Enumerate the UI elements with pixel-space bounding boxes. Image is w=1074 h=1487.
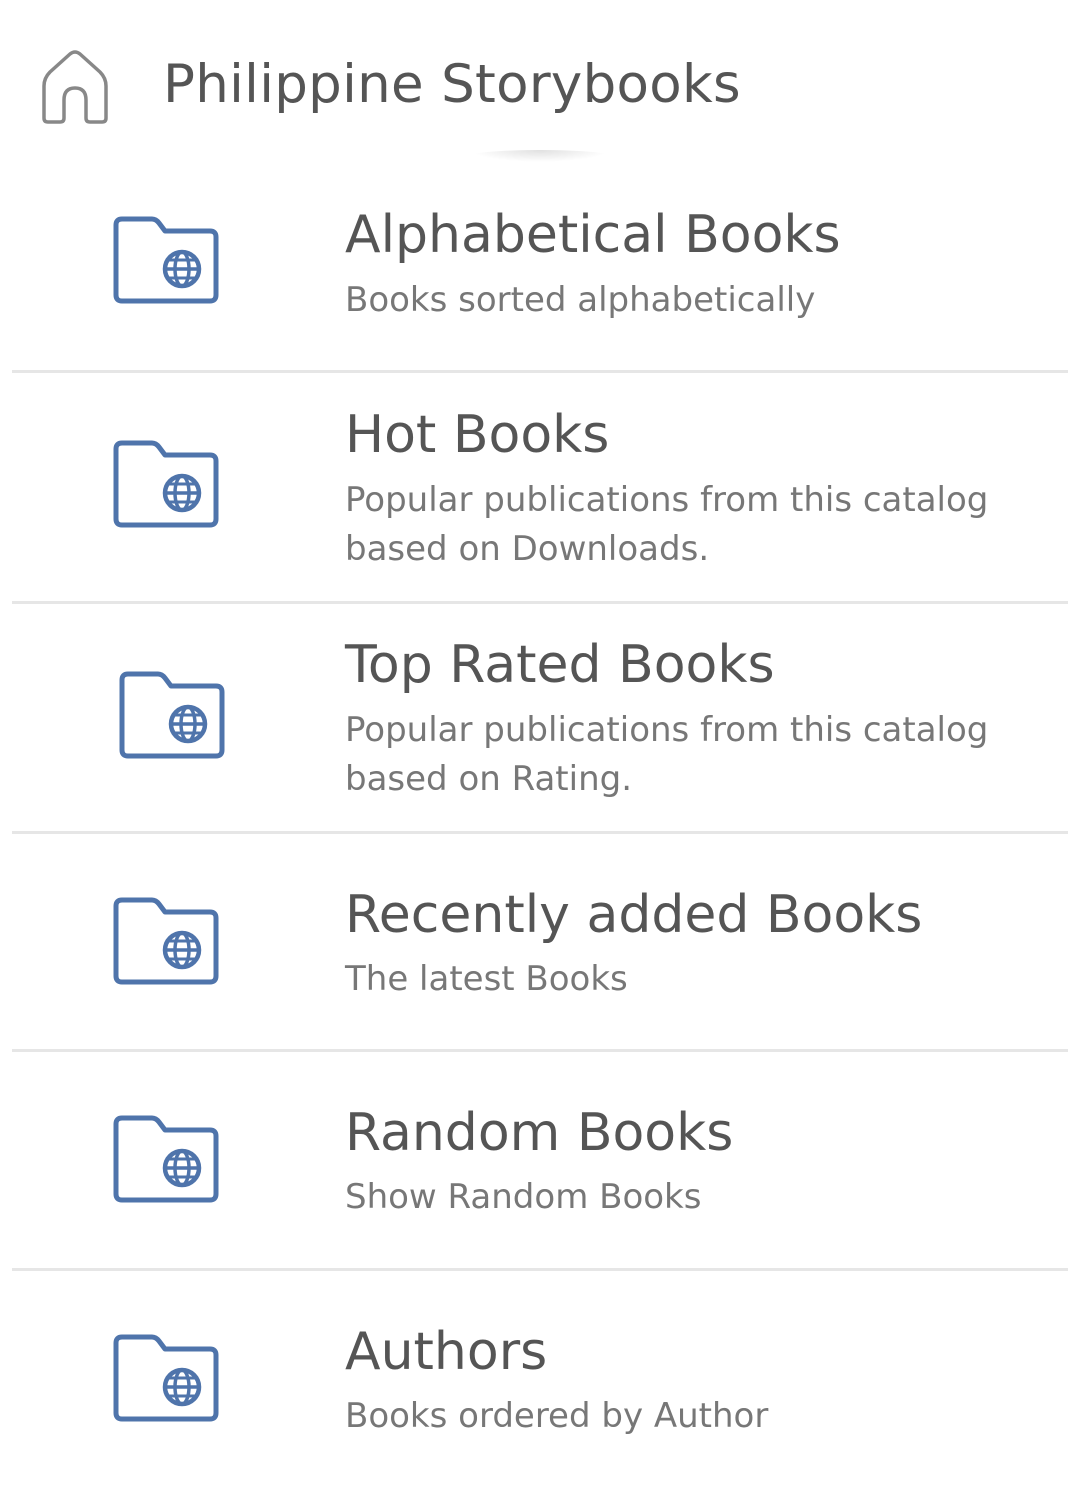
folder-globe-icon: [110, 896, 220, 986]
folder-globe-icon: [110, 215, 220, 305]
catalog-item-title: Authors: [345, 1322, 548, 1382]
catalog-item-title: Alphabetical Books: [345, 205, 841, 265]
catalog-item-title: Random Books: [345, 1103, 734, 1163]
catalog-item-description: Popular publications from this catalog b…: [345, 710, 989, 799]
catalog-item-recently-added-books[interactable]: Recently added Books The latest Books: [0, 834, 1074, 1050]
catalog-item-description: Show Random Books: [345, 1177, 702, 1217]
folder-globe-icon: [110, 1333, 220, 1423]
catalog-item-alphabetical-books[interactable]: Alphabetical Books Books sorted alphabet…: [0, 160, 1074, 372]
app-header: Philippine Storybooks: [0, 0, 1074, 162]
page-title: Philippine Storybooks: [163, 54, 741, 115]
catalog-item-authors[interactable]: Authors Books ordered by Author: [0, 1271, 1074, 1487]
folder-globe-icon: [110, 439, 220, 529]
catalog-item-description: Popular publications from this catalog b…: [345, 480, 989, 569]
catalog-item-description: The latest Books: [345, 959, 628, 999]
catalog-item-title: Top Rated Books: [345, 635, 775, 695]
home-button[interactable]: [30, 40, 120, 130]
catalog-item-description: Books sorted alphabetically: [345, 280, 816, 320]
catalog-item-top-rated-books[interactable]: Top Rated Books Popular publications fro…: [0, 604, 1074, 832]
folder-globe-icon: [110, 1114, 220, 1204]
catalog-item-title: Hot Books: [345, 405, 610, 465]
catalog-item-hot-books[interactable]: Hot Books Popular publications from this…: [0, 373, 1074, 602]
catalog-item-random-books[interactable]: Random Books Show Random Books: [0, 1052, 1074, 1269]
home-icon: [42, 50, 108, 124]
folder-globe-icon: [116, 670, 226, 760]
catalog-item-description: Books ordered by Author: [345, 1396, 769, 1436]
catalog-item-title: Recently added Books: [345, 885, 923, 945]
